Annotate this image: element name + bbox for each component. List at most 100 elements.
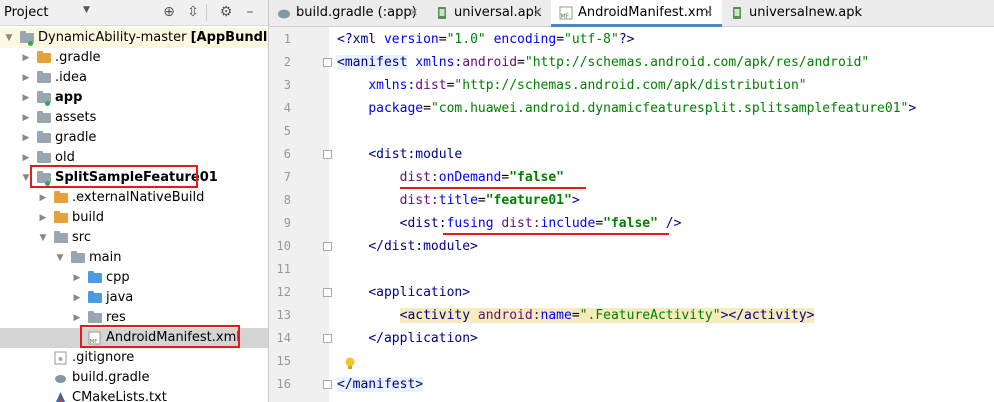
chevron-down-icon[interactable]: ▼: [55, 248, 65, 268]
fold-marker-icon[interactable]: [323, 380, 332, 389]
tab-label: universalnew.apk: [749, 5, 863, 20]
chevron-right-icon[interactable]: ▶: [38, 208, 48, 228]
collapse-icon[interactable]: ⇳: [185, 4, 201, 20]
apk-icon: [438, 7, 446, 19]
editor-tab[interactable]: universal.apk ✕: [427, 0, 551, 26]
lightbulb-icon[interactable]: [344, 357, 356, 371]
code-token: "http://schemas.android.com/apk/res/andr…: [524, 55, 870, 70]
tab-label: universal.apk: [454, 5, 542, 20]
chevron-right-icon[interactable]: ▶: [72, 288, 82, 308]
tree-row[interactable]: ▼ DynamicAbility-master [AppBundleDem: [0, 28, 268, 48]
tree-row-label: DynamicAbility-master [AppBundleDem: [38, 28, 268, 48]
chevron-right-icon[interactable]: ▶: [38, 188, 48, 208]
tree-row[interactable]: ▶ .gradle: [0, 48, 268, 68]
line-number: 10: [276, 239, 291, 253]
line-number: 9: [283, 216, 291, 230]
line-number: 14: [276, 331, 291, 345]
apk-icon: [733, 7, 741, 19]
fold-marker-icon[interactable]: [323, 150, 332, 159]
gear-icon[interactable]: ⚙: [218, 4, 234, 20]
tree-row[interactable]: .gitignore: [0, 348, 268, 368]
folder-icon: [88, 271, 102, 283]
code-token: fusing: [446, 216, 502, 231]
annotation-box-module: [30, 165, 198, 188]
close-icon[interactable]: ✕: [409, 0, 418, 26]
code-token: android:: [477, 308, 541, 323]
chevron-down-icon[interactable]: ▼: [38, 228, 48, 248]
tree-row[interactable]: CMakeLists.txt: [0, 388, 268, 402]
code-editor[interactable]: <?xml version="1.0" encoding="utf-8"?> <m…: [323, 27, 994, 402]
fold-marker-icon[interactable]: [323, 288, 332, 297]
fold-marker-icon[interactable]: [323, 58, 332, 67]
close-icon[interactable]: ✕: [533, 0, 542, 26]
chevron-down-icon[interactable]: ▼: [83, 5, 90, 15]
editor-tab[interactable]: build.gradle (:app) ✕: [269, 0, 427, 26]
fold-marker-icon[interactable]: [323, 334, 332, 343]
folder-icon: [54, 191, 68, 203]
code-line: </dist:module>: [337, 235, 478, 258]
editor-tab[interactable]: MF AndroidManifest.xml ✕: [551, 0, 722, 27]
tree-row-label: app: [55, 88, 82, 108]
tree-row[interactable]: ▶ app: [0, 88, 268, 108]
chevron-right-icon[interactable]: ▶: [21, 68, 31, 88]
tree-row[interactable]: ▼ main: [0, 248, 268, 268]
tree-row[interactable]: ▶ cpp: [0, 268, 268, 288]
code-token: include: [540, 216, 596, 231]
annotation-underline-ondemand: [400, 187, 586, 189]
tree-row-label: .gitignore: [72, 348, 134, 368]
code-line: <manifest xmlns:android="http://schemas.…: [337, 51, 869, 74]
code-token: "false": [603, 216, 658, 231]
tree-row[interactable]: ▶ gradle: [0, 128, 268, 148]
code-token: onDemand: [438, 170, 502, 185]
tree-row-label: gradle: [55, 128, 96, 148]
tree-row-name: DynamicAbility-master: [38, 30, 187, 45]
tree-row-name: build: [72, 210, 104, 225]
line-number: 15: [276, 354, 291, 368]
close-icon[interactable]: ✕: [704, 0, 713, 26]
fold-marker-icon[interactable]: [323, 242, 332, 251]
tree-row-label: build: [72, 208, 104, 228]
tree-row[interactable]: ▶ java: [0, 288, 268, 308]
target-icon[interactable]: ⊕: [161, 4, 177, 20]
project-panel-header: Project ▼ ⊕ ⇳ ⚙ –: [0, 0, 268, 26]
chevron-right-icon[interactable]: ▶: [72, 268, 82, 288]
chevron-right-icon[interactable]: ▶: [21, 48, 31, 68]
tree-row-name: .gradle: [55, 50, 101, 65]
tree-row-name: res: [106, 310, 126, 325]
tree-row-name: .idea: [55, 70, 87, 85]
tree-row-name: java: [106, 290, 134, 305]
tree-row[interactable]: ▶ build: [0, 208, 268, 228]
tree-row-name: .externalNativeBuild: [72, 190, 205, 205]
tree-row[interactable]: ▶ assets: [0, 108, 268, 128]
code-line: </manifest>: [337, 373, 424, 396]
tree-row[interactable]: ▼ src: [0, 228, 268, 248]
hide-icon[interactable]: –: [242, 4, 258, 20]
code-line: dist:title="feature01">: [337, 189, 580, 212]
chevron-down-icon[interactable]: ▼: [4, 28, 14, 48]
tree-row[interactable]: ▶ .idea: [0, 68, 268, 88]
chevron-right-icon[interactable]: ▶: [21, 108, 31, 128]
code-token: =: [438, 32, 447, 47]
chevron-right-icon[interactable]: ▶: [21, 88, 31, 108]
tree-row[interactable]: build.gradle: [0, 368, 268, 388]
code-line: package="com.huawei.android.dynamicfeatu…: [337, 97, 916, 120]
code-token: "false": [509, 170, 565, 185]
project-view-selector[interactable]: Project: [4, 5, 48, 20]
code-token: <application: [368, 285, 463, 300]
chevron-right-icon[interactable]: ▶: [21, 128, 31, 148]
tree-row[interactable]: ▶ .externalNativeBuild: [0, 188, 268, 208]
code-token: >: [908, 101, 917, 116]
code-token: title: [438, 193, 478, 208]
tab-label: build.gradle (:app): [296, 5, 417, 20]
code-token: "feature01": [485, 193, 572, 208]
code-token: "1.0": [446, 32, 486, 47]
tree-row-name: gradle: [55, 130, 97, 145]
editor-tab[interactable]: universalnew.apk: [722, 0, 872, 26]
tree-row-name: app: [55, 90, 83, 105]
